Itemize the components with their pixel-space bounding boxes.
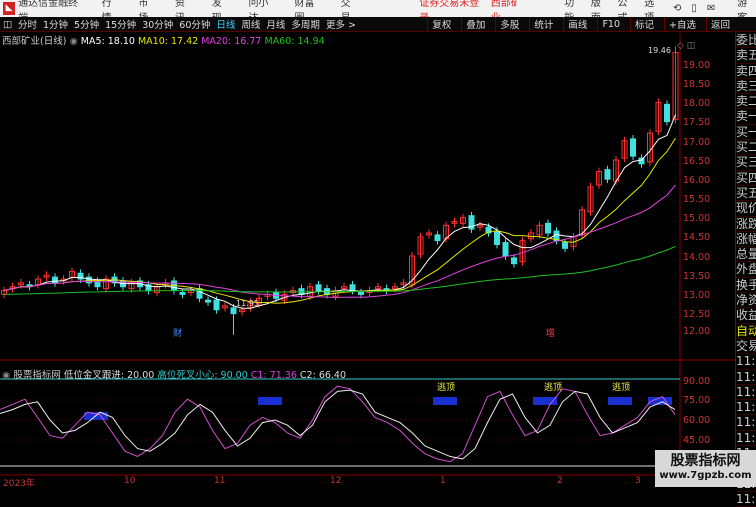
top-signal-1: 逃顶 <box>437 381 455 393</box>
quote-row: 外盘 <box>736 262 756 278</box>
quote-row: 11:29 <box>736 415 756 431</box>
candle-body <box>179 291 186 295</box>
indicator-name[interactable]: 股票指标网 <box>13 370 61 381</box>
quote-row: 11:29 <box>736 430 756 447</box>
quote-row: 换手 <box>736 278 756 294</box>
quote-row: 卖三 <box>736 79 756 95</box>
quote-row: 11:29 <box>736 491 756 507</box>
event-marker-cai[interactable]: 财 <box>173 327 182 339</box>
candle-body <box>604 169 611 180</box>
price-tick: 18.00 <box>683 98 711 109</box>
quote-row: 卖五 <box>736 48 756 64</box>
date-label: 11 <box>214 476 226 486</box>
price-tick: 13.50 <box>683 271 711 282</box>
date-label: 10 <box>124 476 136 486</box>
quote-row: 卖四 <box>736 64 756 79</box>
quote-row: 收益 <box>736 308 756 324</box>
param-golden-cross: 低位金叉跟进: 20.00 <box>63 370 155 381</box>
c1-value: C1: 71.36 <box>250 370 297 381</box>
watermark: 股票指标网 www.7gpzb.com <box>655 450 756 487</box>
ind-tick: 90.00 <box>683 376 711 387</box>
price-tick: 13.00 <box>683 290 711 301</box>
zone-box <box>433 397 457 405</box>
quote-row: 总量 <box>736 247 756 263</box>
quote-row: 11:29 <box>736 400 756 416</box>
price-tick: 17.50 <box>683 117 711 128</box>
date-label: 2 <box>557 476 563 486</box>
candle-body <box>638 157 645 165</box>
candle-body <box>511 257 517 265</box>
top-signal-2: 逃顶 <box>544 381 562 393</box>
magenta-line <box>0 385 676 463</box>
price-tick: 16.50 <box>683 156 711 167</box>
top-signal-3: 逃顶 <box>612 381 630 393</box>
candle-body <box>502 242 509 257</box>
quote-row: 11:29 <box>736 369 756 385</box>
zone-box <box>258 397 282 405</box>
date-label: 1 <box>440 476 446 486</box>
quote-row: 买四 <box>736 171 756 186</box>
candle-body <box>494 230 500 245</box>
candle-body <box>52 276 58 284</box>
param-death-cross: 高位死叉小心: 90.00 <box>157 370 248 381</box>
candle-body <box>230 307 237 315</box>
quote-row: 买一 <box>736 125 756 141</box>
indicator-legend: ◉ 股票指标网 低位金叉跟进: 20.00 高位死叉小心: 90.00 C1: … <box>2 367 346 381</box>
price-tick: 18.50 <box>683 79 711 90</box>
zone-box <box>533 397 557 405</box>
quote-row: 净资 <box>736 293 756 309</box>
quote-row: 涨跌 <box>736 217 756 232</box>
date-label: 12 <box>330 476 342 486</box>
price-tick: 12.50 <box>683 309 711 320</box>
ind-tick: 45.00 <box>683 435 711 446</box>
high-label: 19.46 <box>648 46 671 55</box>
price-tick: 17.00 <box>683 137 711 148</box>
price-tick: 14.50 <box>683 232 711 243</box>
candle-body <box>205 299 211 303</box>
price-tick: 19.00 <box>683 60 711 71</box>
price-tick: 15.50 <box>683 194 711 205</box>
price-tick: 15.00 <box>683 213 711 224</box>
quote-row: 买五 <box>736 186 756 202</box>
event-marker-zeng[interactable]: 增 <box>546 327 555 339</box>
quote-row: 现价 <box>736 201 756 217</box>
low-label: 11.95 <box>236 299 259 308</box>
c2-value: C2: 66.40 <box>299 370 347 381</box>
quote-row: 交易 <box>736 339 756 355</box>
date-label: 3 <box>635 476 641 486</box>
quote-row: 买三 <box>736 155 756 171</box>
date-label: 2023年 <box>3 479 35 489</box>
quote-panel: 委比卖五卖四卖三卖二卖一买一买二买三买四买五现价涨跌涨幅总量外盘换手净资收益自动… <box>735 33 756 507</box>
quote-row: 卖一 <box>736 109 756 125</box>
ma60-line <box>3 245 676 295</box>
candle-body <box>213 299 220 311</box>
candle-body <box>545 222 551 234</box>
quote-row: 卖二 <box>736 94 756 110</box>
ma10-line <box>3 137 676 304</box>
ind-tick: 60.00 <box>683 415 711 426</box>
price-tick: 16.00 <box>683 175 711 186</box>
quote-row: 自动 <box>736 324 756 339</box>
quote-row: 委比 <box>736 33 756 49</box>
candle-body <box>630 138 636 157</box>
candle-body <box>664 103 670 123</box>
indicator-settings-icon[interactable]: ◉ <box>2 370 10 381</box>
candle-body <box>315 284 322 292</box>
candle-body <box>434 234 441 242</box>
quote-row: 涨幅 <box>736 232 756 248</box>
candle-body <box>358 291 364 295</box>
zone-box <box>608 397 632 405</box>
price-tick: 14.00 <box>683 252 711 263</box>
quote-row: 买二 <box>736 140 756 156</box>
candle-body <box>562 242 568 249</box>
price-tick: 12.00 <box>683 326 711 337</box>
quote-row: 11:29 <box>736 384 756 401</box>
diamond-icon[interactable]: ◇ ◫ <box>677 41 695 51</box>
quote-row: 11:29 <box>736 354 756 370</box>
price-chart[interactable]: ◇ ◫ 19.46 11.95 财 增 逃顶 逃顶 逃顶 <box>0 0 735 487</box>
ind-tick: 75.00 <box>683 395 711 406</box>
candle-body <box>349 284 356 292</box>
